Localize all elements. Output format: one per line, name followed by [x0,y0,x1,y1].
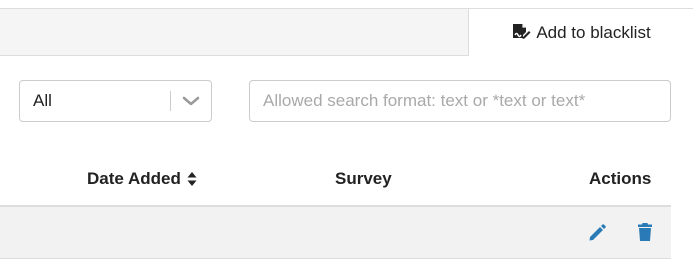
column-header-date-added[interactable]: Date Added [87,168,197,190]
file-signature-icon [511,23,531,43]
table-row [0,207,671,259]
trash-icon[interactable] [637,222,653,242]
column-header-actions: Actions [589,169,652,188]
select-separator [170,91,171,111]
filter-select[interactable]: All [19,80,212,122]
search-input[interactable] [249,80,671,122]
top-toolbar: Add to blacklist [0,8,693,56]
column-header-label: Date Added [87,169,181,188]
filter-select-value: All [33,91,52,110]
column-header-survey: Survey [335,169,392,188]
add-to-blacklist-label: Add to blacklist [536,22,651,42]
pencil-icon[interactable] [587,223,607,243]
add-to-blacklist-button[interactable]: Add to blacklist [468,9,693,56]
chevron-down-icon[interactable] [180,93,202,109]
sort-icon[interactable] [187,171,197,187]
